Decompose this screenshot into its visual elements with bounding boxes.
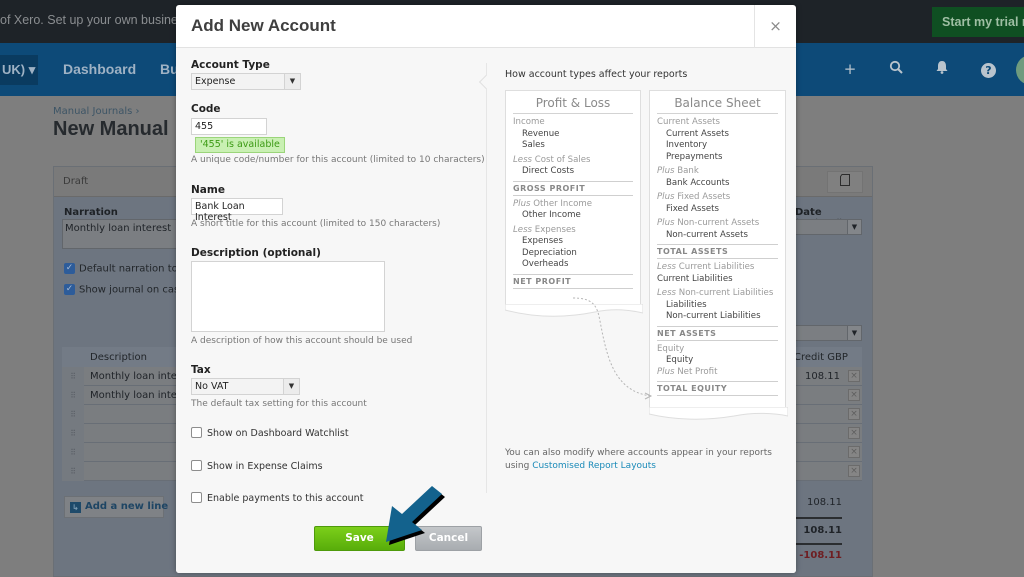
dialog-header: Add New Account × (176, 5, 796, 48)
drag-handle-icon[interactable]: ⠿ (62, 405, 84, 424)
checkmark-icon: ✓ (64, 263, 75, 274)
gross-profit-line: GROSS PROFIT (513, 180, 633, 196)
column-header-description: Description (90, 352, 147, 363)
copy-journal-button[interactable] (827, 171, 863, 193)
delete-row-icon[interactable]: × (848, 446, 860, 458)
add-line-icon: ↳ (70, 502, 81, 513)
chevron-down-icon: ▼ (847, 326, 861, 340)
total-divider (792, 543, 842, 545)
status-badge: Draft (63, 176, 89, 187)
drag-handle-icon[interactable]: ⠿ (62, 367, 84, 386)
total-assets-line: TOTAL ASSETS (657, 244, 778, 259)
description-label: Description (optional) (191, 247, 321, 259)
dialog-body: Account Type Expense ▼ Code 455 '455' is… (176, 48, 796, 573)
balance-sheet-title: Balance Sheet (657, 91, 778, 114)
page-title: New Manual (53, 118, 169, 140)
enable-payments-checkbox[interactable]: Enable payments to this account (191, 492, 363, 504)
net-profit-line: NET PROFIT (513, 273, 633, 289)
torn-edge (649, 407, 788, 420)
description-help-text: A description of how this account should… (191, 336, 413, 346)
code-help-text: A unique code/number for this account (l… (191, 155, 485, 165)
narration-input[interactable]: Monthly loan interest (62, 219, 192, 249)
close-button[interactable]: × (754, 5, 796, 48)
promo-text: of Xero. Set up your own business (0, 13, 191, 27)
tax-label: Tax (191, 364, 211, 376)
balance-sheet-card: Balance Sheet Current Assets Current Ass… (649, 90, 788, 420)
description-textarea[interactable] (191, 261, 385, 332)
net-assets-line: NET ASSETS (657, 325, 778, 341)
code-label: Code (191, 103, 221, 115)
delete-row-icon[interactable]: × (848, 465, 860, 477)
chevron-down-icon: ▼ (283, 379, 299, 394)
checkmark-icon: ✓ (64, 284, 75, 295)
show-journal-checkbox[interactable]: ✓ Show journal on cash (64, 284, 186, 296)
drag-handle-icon[interactable]: ⠿ (62, 443, 84, 462)
help-footer: You can also modify where accounts appea… (505, 448, 772, 471)
availability-badge: '455' is available (195, 137, 285, 153)
account-type-label: Account Type (191, 59, 270, 71)
org-switcher[interactable]: UK) ▾ (0, 55, 38, 85)
start-trial-button[interactable]: Start my trial n (932, 7, 1024, 37)
report-help-panel: How account types affect your reports Pr… (478, 63, 790, 493)
delete-row-icon[interactable]: × (848, 427, 860, 439)
panel-notch (478, 74, 494, 90)
delete-row-icon[interactable]: × (848, 408, 860, 420)
document-icon (840, 174, 850, 186)
default-narration-checkbox[interactable]: ✓ Default narration to jo (64, 263, 190, 275)
expense-claims-checkbox[interactable]: Show in Expense Claims (191, 460, 323, 472)
name-help-text: A short title for this account (limited … (191, 219, 441, 229)
chevron-down-icon: ▼ (284, 74, 300, 89)
narration-label: Narration (64, 207, 118, 218)
profit-loss-title: Profit & Loss (513, 91, 633, 114)
help-title: How account types affect your reports (505, 69, 688, 80)
delete-row-icon[interactable]: × (848, 389, 860, 401)
total-equity-line: TOTAL EQUITY (657, 381, 778, 396)
code-input[interactable]: 455 (191, 118, 267, 135)
name-input[interactable]: Bank Loan Interest (191, 198, 283, 223)
help-icon[interactable]: ? (981, 63, 996, 78)
drag-handle-icon[interactable]: ⠿ (62, 386, 84, 405)
total-divider (792, 517, 842, 519)
breadcrumb[interactable]: Manual Journals › (53, 106, 140, 117)
dialog-title: Add New Account (191, 16, 336, 35)
nav-dashboard[interactable]: Dashboard (63, 61, 136, 77)
close-icon: × (769, 17, 782, 35)
add-account-dialog: Add New Account × Account Type Expense ▼… (176, 5, 796, 573)
customised-report-layouts-link[interactable]: Customised Report Layouts (532, 461, 656, 471)
bell-icon[interactable] (932, 60, 952, 78)
delete-row-icon[interactable]: × (848, 370, 860, 382)
profit-loss-card: Profit & Loss Income Revenue Sales Less … (505, 90, 643, 317)
search-icon[interactable] (886, 60, 906, 78)
dashboard-watchlist-checkbox[interactable]: Show on Dashboard Watchlist (191, 427, 349, 439)
add-new-line-button[interactable]: ↳ Add a new line (64, 496, 168, 518)
drag-handle-icon[interactable]: ⠿ (62, 424, 84, 443)
tax-select[interactable]: No VAT ▼ (191, 378, 300, 395)
drag-handle-icon[interactable]: ⠿ (62, 462, 84, 481)
name-label: Name (191, 184, 225, 196)
user-avatar[interactable] (1016, 55, 1024, 85)
account-type-select[interactable]: Expense ▼ (191, 73, 301, 90)
chevron-down-icon: ▼ (847, 220, 861, 234)
tax-help-text: The default tax setting for this account (191, 399, 367, 409)
net-profit-connector (572, 297, 653, 400)
plus-icon[interactable]: + (840, 60, 860, 78)
column-header-credit: Credit GBP (794, 352, 848, 363)
pointer-arrow-icon (386, 486, 445, 545)
